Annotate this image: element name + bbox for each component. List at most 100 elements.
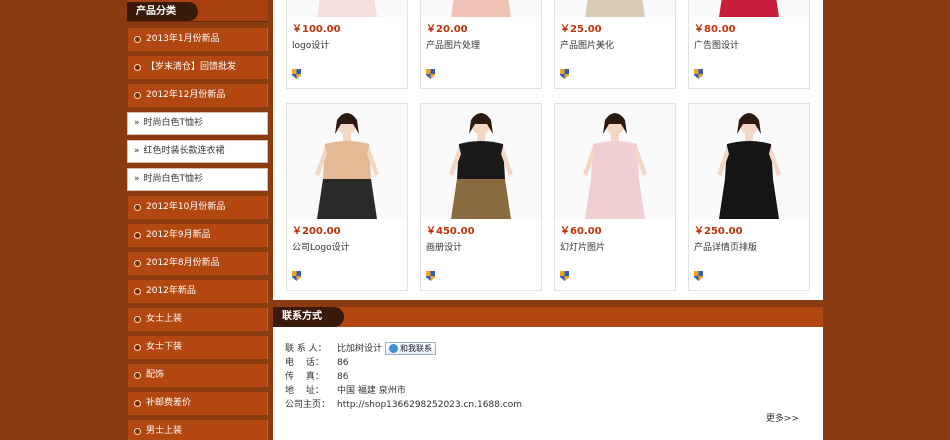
bullet-icon bbox=[134, 92, 141, 99]
product-price: ￥200.00 bbox=[292, 226, 341, 237]
sidebar-item[interactable]: 2012年9月新品 bbox=[127, 224, 268, 247]
bullet-icon bbox=[134, 316, 141, 323]
product-card[interactable]: ￥250.00 产品详情页排版 bbox=[688, 103, 810, 291]
product-title[interactable]: 画册设计 bbox=[426, 240, 462, 253]
sidebar-item-label: 【岁末清仓】回馈批发 bbox=[146, 62, 237, 72]
sidebar-header: 产品分类 bbox=[127, 0, 268, 22]
sidebar-subitem[interactable]: » 时尚白色T恤衫 bbox=[127, 168, 268, 191]
product-card[interactable]: ￥80.00 广告图设计 bbox=[688, 0, 810, 89]
sidebar-item[interactable]: 男士上装 bbox=[127, 420, 268, 440]
product-image[interactable] bbox=[287, 0, 407, 17]
sidebar-item-label: 时尚白色T恤衫 bbox=[143, 174, 204, 184]
contact-row-fax: 传 真： 86 bbox=[285, 370, 522, 384]
product-card[interactable]: ￥20.00 产品图片处理 bbox=[420, 0, 542, 89]
sidebar-item[interactable]: 女士下装 bbox=[127, 336, 268, 359]
sidebar-item-label: 配饰 bbox=[146, 370, 165, 380]
sidebar-item-label: 2012年10月份新品 bbox=[146, 202, 226, 212]
bullet-icon bbox=[134, 288, 141, 295]
contact-phone: 86 bbox=[337, 358, 349, 368]
product-title[interactable]: 公司Logo设计 bbox=[292, 240, 350, 253]
product-title[interactable]: 幻灯片图片 bbox=[560, 240, 605, 253]
sidebar-item-label: 2012年12月份新品 bbox=[146, 90, 226, 100]
category-list: 2013年1月份新品 【岁末清仓】回馈批发 2012年12月份新品» 时尚白色T恤衫»… bbox=[127, 28, 268, 440]
sidebar-item[interactable]: 配饰 bbox=[127, 364, 268, 387]
sidebar-item-label: 女士下装 bbox=[146, 342, 183, 352]
bullet-icon bbox=[134, 204, 141, 211]
contact-row-person: 联 系 人： 比加树设计 和我联系 bbox=[285, 342, 522, 356]
product-title[interactable]: 广告图设计 bbox=[694, 38, 739, 51]
product-price: ￥60.00 bbox=[560, 226, 602, 237]
bullet-icon bbox=[134, 400, 141, 407]
product-card[interactable]: ￥200.00 公司Logo设计 bbox=[286, 103, 408, 291]
more-link[interactable]: 更多>> bbox=[766, 411, 799, 424]
sidebar-item-label: 红色时装长款连衣裙 bbox=[143, 146, 225, 156]
product-image[interactable] bbox=[287, 104, 407, 219]
contact-label: 传 真： bbox=[285, 372, 324, 382]
product-image[interactable] bbox=[555, 0, 675, 17]
shield-badge-icon bbox=[426, 69, 435, 79]
sidebar-item-label: 女士上装 bbox=[146, 314, 183, 324]
sidebar-item[interactable]: 补邮费差价 bbox=[127, 392, 268, 415]
product-image[interactable] bbox=[421, 104, 541, 219]
bullet-icon bbox=[134, 64, 141, 71]
sidebar-item-label: 时尚白色T恤衫 bbox=[143, 118, 204, 128]
sidebar-subitem[interactable]: » 红色时装长款连衣裙 bbox=[127, 140, 268, 163]
bullet-icon bbox=[134, 36, 141, 43]
sidebar-item[interactable]: 2013年1月份新品 bbox=[127, 28, 268, 51]
product-image[interactable] bbox=[689, 104, 809, 219]
product-card[interactable]: ￥100.00 logo设计 bbox=[286, 0, 408, 89]
sidebar-item-label: 补邮费差价 bbox=[146, 398, 192, 408]
sidebar-item[interactable]: 女士上装 bbox=[127, 308, 268, 331]
product-price: ￥20.00 bbox=[426, 24, 468, 35]
bullet-icon bbox=[134, 372, 141, 379]
sidebar-item[interactable]: 2012年8月份新品 bbox=[127, 252, 268, 275]
category-sidebar: 产品分类 2013年1月份新品 【岁末清仓】回馈批发 2012年12月份新品» 时尚白… bbox=[127, 0, 268, 440]
double-chevron-icon: » bbox=[134, 146, 140, 156]
contact-label: 公司主页： bbox=[285, 400, 331, 410]
product-title[interactable]: logo设计 bbox=[292, 38, 329, 51]
product-price: ￥25.00 bbox=[560, 24, 602, 35]
shield-badge-icon bbox=[426, 271, 435, 281]
product-card[interactable]: ￥450.00 画册设计 bbox=[420, 103, 542, 291]
sidebar-item-label: 男士上装 bbox=[146, 426, 183, 436]
contact-address: 中国 福建 泉州市 bbox=[337, 386, 406, 396]
contact-info: 联 系 人： 比加树设计 和我联系 电 话： 86 传 真： 86 地 址： 中… bbox=[285, 342, 522, 412]
product-price: ￥80.00 bbox=[694, 24, 736, 35]
product-title[interactable]: 产品图片美化 bbox=[560, 38, 614, 51]
sidebar-item-label: 2013年1月份新品 bbox=[146, 34, 220, 44]
sidebar-item[interactable]: 2012年新品 bbox=[127, 280, 268, 303]
sidebar-item[interactable]: 2012年12月份新品 bbox=[127, 84, 268, 107]
double-chevron-icon: » bbox=[134, 174, 140, 184]
sidebar-item-label: 2012年8月份新品 bbox=[146, 258, 220, 268]
contact-row-phone: 电 话： 86 bbox=[285, 356, 522, 370]
sidebar-item[interactable]: 【岁末清仓】回馈批发 bbox=[127, 56, 268, 79]
product-grid: ￥100.00 logo设计 ￥20.00 产品图片处理 ￥25.00 产品图片美化 ￥80… bbox=[273, 0, 823, 300]
sidebar-subitem[interactable]: » 时尚白色T恤衫 bbox=[127, 112, 268, 135]
shield-badge-icon bbox=[694, 271, 703, 281]
product-title[interactable]: 产品图片处理 bbox=[426, 38, 480, 51]
product-price: ￥250.00 bbox=[694, 226, 743, 237]
shield-badge-icon bbox=[694, 69, 703, 79]
contact-me-button[interactable]: 和我联系 bbox=[385, 342, 437, 355]
product-price: ￥100.00 bbox=[292, 24, 341, 35]
product-image[interactable] bbox=[421, 0, 541, 17]
contact-label: 联 系 人： bbox=[285, 344, 327, 354]
contact-row-address: 地 址： 中国 福建 泉州市 bbox=[285, 384, 522, 398]
product-image[interactable] bbox=[555, 104, 675, 219]
sidebar-item-label: 2012年新品 bbox=[146, 286, 196, 296]
sidebar-title: 产品分类 bbox=[127, 2, 198, 21]
bullet-icon bbox=[134, 344, 141, 351]
product-card[interactable]: ￥25.00 产品图片美化 bbox=[554, 0, 676, 89]
contact-homepage-link[interactable]: http://shop1366298252023.cn.1688.com bbox=[337, 398, 522, 412]
product-title[interactable]: 产品详情页排版 bbox=[694, 240, 757, 253]
shield-badge-icon bbox=[292, 271, 301, 281]
shield-badge-icon bbox=[560, 69, 569, 79]
product-image[interactable] bbox=[689, 0, 809, 17]
sidebar-item[interactable]: 2012年10月份新品 bbox=[127, 196, 268, 219]
double-chevron-icon: » bbox=[134, 118, 140, 128]
chat-icon bbox=[389, 344, 399, 353]
contact-label: 地 址： bbox=[285, 386, 324, 396]
shield-badge-icon bbox=[292, 69, 301, 79]
contact-person: 比加树设计 bbox=[337, 344, 383, 354]
product-card[interactable]: ￥60.00 幻灯片图片 bbox=[554, 103, 676, 291]
